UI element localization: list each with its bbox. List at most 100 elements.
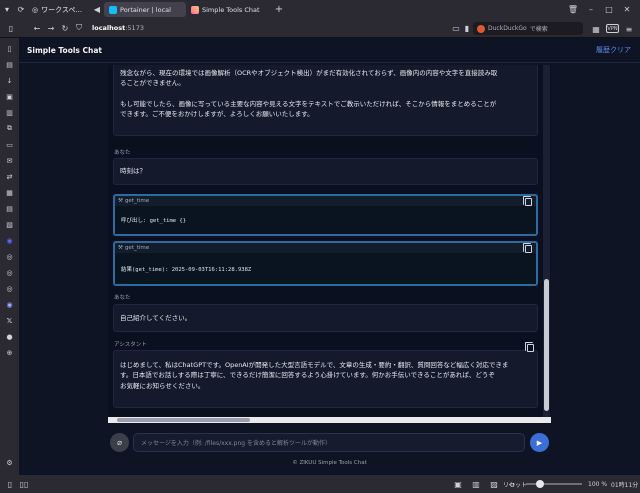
- x-icon[interactable]: 𝕏: [3, 314, 16, 327]
- url-port: :5173: [125, 24, 144, 32]
- simple-tools-chat-app: Simple Tools Chat 履歴クリア 残念ながら、現在の環境では画像解…: [19, 38, 640, 475]
- zoom-slider[interactable]: [526, 480, 582, 488]
- add-panel-icon[interactable]: ⊕: [3, 346, 16, 359]
- zoom-reset-button[interactable]: リセット: [503, 480, 527, 489]
- tab-title: Simple Tools Chat: [202, 5, 260, 14]
- zoom-slider-handle[interactable]: [536, 480, 544, 488]
- panel-toggle-icon[interactable]: ▯: [3, 477, 17, 491]
- bookmarks-panel-icon[interactable]: ▯: [3, 42, 16, 55]
- trash-icon[interactable]: 🗑: [566, 3, 580, 17]
- browser-status-bar: ▯ ▯▯ ▣ ▥ ▨ ‹› リセット 100 % 01時11分: [0, 475, 640, 493]
- menu-icon[interactable]: ≡: [622, 22, 636, 36]
- extensions-icon[interactable]: ▦: [589, 22, 603, 36]
- browser-menu-icon[interactable]: ▾: [0, 3, 14, 17]
- tiling-icon[interactable]: ▥: [469, 477, 483, 491]
- tool-name: get_time: [124, 245, 150, 251]
- notes-icon[interactable]: ▥: [3, 106, 16, 119]
- forward-icon[interactable]: →: [44, 21, 58, 35]
- tool-wrench-icon: ⚒: [118, 198, 123, 204]
- web-panel-icon-3[interactable]: ◎: [3, 282, 16, 295]
- tool-header: ⚒ get_time: [115, 196, 536, 206]
- tab-simple-tools-chat[interactable]: Simple Tools Chat: [186, 2, 268, 17]
- sync-icon[interactable]: ⇄: [3, 170, 16, 183]
- browser-tab-bar: ▾ ⟳ ◎ ワークスペ... ◀ Portainer | local Simpl…: [0, 0, 640, 19]
- message-line: ることができません。: [120, 79, 185, 88]
- workspace-label: ワークスペ...: [41, 5, 83, 14]
- address-bar: ▯ ← → ↻ ⛉ localhost:5173 ▭ ▮ DuckDuckGo …: [0, 19, 640, 38]
- role-label: あなた: [114, 150, 131, 156]
- horizontal-scrollbar[interactable]: [108, 417, 551, 423]
- vpn-icon[interactable]: VPN: [606, 24, 619, 33]
- tool-name: get_time: [124, 198, 150, 204]
- message-line: できます。ご不便をおかけしますが、よろしくお願いいたします。: [120, 110, 314, 119]
- workspace-switcher[interactable]: ◎ ワークスペ...: [32, 5, 90, 15]
- message-line: 残念ながら、現在の環境では画像解析（OCRやオブジェクト検出）がまだ有効化されて…: [120, 69, 498, 77]
- web-panel-icon-2[interactable]: ◎: [3, 266, 16, 279]
- web-panel-icon-4[interactable]: ◉: [3, 298, 16, 311]
- bookmark-icon[interactable]: ▮: [460, 21, 474, 35]
- close-window-icon[interactable]: ✕: [620, 3, 634, 17]
- message-list: 残念ながら、現在の環境では画像解析（OCRやオブジェクト検出）がまだ有効化されて…: [108, 65, 542, 417]
- app-header: Simple Tools Chat 履歴クリア: [19, 38, 640, 63]
- workspace-icon: ◎: [32, 5, 39, 14]
- vertical-scroll-thumb[interactable]: [544, 279, 549, 411]
- back-icon[interactable]: ←: [30, 21, 44, 35]
- maximize-icon[interactable]: □: [602, 3, 616, 17]
- shield-icon[interactable]: ⛉: [72, 21, 86, 35]
- threads-icon[interactable]: ●: [3, 330, 16, 343]
- translate-icon[interactable]: ⧉: [3, 122, 16, 135]
- tool-body: 結果(get_time): 2025-09-03T16:11:28.938Z: [115, 253, 536, 284]
- tab-title: Portainer | local: [120, 5, 171, 14]
- minimize-icon[interactable]: –: [584, 3, 598, 17]
- browser-sidebar: ▯ ▤ ↓ ▣ ▥ ⧉ ▭ ✉ ⇄ ▦ ▤ ▧ ◉ ◎ ◎ ◎ ◉ 𝕏 ● ⊕ …: [0, 38, 19, 475]
- user-message: 自己紹介してください。: [113, 304, 538, 332]
- chat-window[interactable]: 残念ながら、現在の環境では画像解析（OCRやオブジェクト検出）がまだ有効化されて…: [108, 65, 551, 423]
- mastodon-icon[interactable]: ◉: [3, 234, 16, 247]
- message-line: はじめまして、私はChatGPTです。OpenAIが開発した大型言語モデルで、文…: [120, 361, 509, 369]
- new-tab-button[interactable]: +: [272, 3, 286, 17]
- clear-history-button[interactable]: 履歴クリア: [596, 45, 631, 55]
- clock: 01時11分: [611, 481, 639, 489]
- copy-icon[interactable]: [523, 196, 532, 206]
- downloads-icon[interactable]: ↓: [3, 74, 16, 87]
- message-text: 自己紹介してください。: [120, 313, 192, 322]
- search-suffix: で検索: [529, 26, 548, 33]
- tool-body: 呼び出し: get_time {}: [115, 206, 536, 234]
- mail-icon[interactable]: ✉: [3, 154, 16, 167]
- web-panel-icon-1[interactable]: ◎: [3, 250, 16, 263]
- copy-icon[interactable]: [523, 243, 532, 253]
- role-label: あなた: [114, 295, 131, 301]
- url-host: localhost: [92, 24, 126, 32]
- vertical-scrollbar[interactable]: [543, 65, 550, 417]
- duckduckgo-icon: [477, 24, 485, 33]
- url-field[interactable]: localhost:5173: [92, 24, 144, 32]
- reload-icon[interactable]: ↻: [58, 21, 72, 35]
- back-history-icon[interactable]: ⟳: [14, 3, 28, 17]
- search-engine-name: DuckDuckGo: [488, 25, 527, 32]
- portainer-favicon: [109, 5, 117, 14]
- app-footer: © ZIKUU Simple Tools Chat: [292, 460, 367, 466]
- sidebar-toggle-icon[interactable]: ▯: [4, 21, 18, 35]
- image-icon[interactable]: ▨: [487, 477, 501, 491]
- settings-icon[interactable]: ⚙: [3, 456, 16, 469]
- copy-icon[interactable]: [525, 342, 534, 352]
- send-button[interactable]: ▶: [530, 433, 549, 452]
- reading-list-icon[interactable]: ▤: [3, 58, 16, 71]
- message-text: 時刻は？: [120, 167, 146, 176]
- search-field[interactable]: DuckDuckGo で検索: [473, 22, 583, 35]
- speaker-icon[interactable]: ◀: [90, 3, 104, 17]
- chat-favicon: [191, 5, 199, 14]
- attach-paperclip-icon[interactable]: ⌀: [110, 433, 129, 452]
- history-icon[interactable]: ▣: [3, 90, 16, 103]
- window-icon[interactable]: ▭: [3, 138, 16, 151]
- tile-icon[interactable]: ▯▯: [17, 477, 31, 491]
- horizontal-scroll-thumb[interactable]: [117, 418, 250, 422]
- capture-icon[interactable]: ▣: [451, 477, 465, 491]
- feed-icon[interactable]: ▤: [3, 202, 16, 215]
- calendar-icon[interactable]: ▦: [3, 186, 16, 199]
- message-input[interactable]: メッセージを入力（例: /files/xxx.png を含めると解析ツールが動作…: [133, 433, 525, 452]
- message-line: す。日本語でお話しする際は丁寧に、できるだけ簡潔に回答するよう心掛けています。何…: [120, 371, 495, 380]
- tasks-icon[interactable]: ▧: [3, 218, 16, 231]
- tab-portainer[interactable]: Portainer | local: [104, 2, 186, 17]
- role-label: アシスタント: [114, 342, 147, 348]
